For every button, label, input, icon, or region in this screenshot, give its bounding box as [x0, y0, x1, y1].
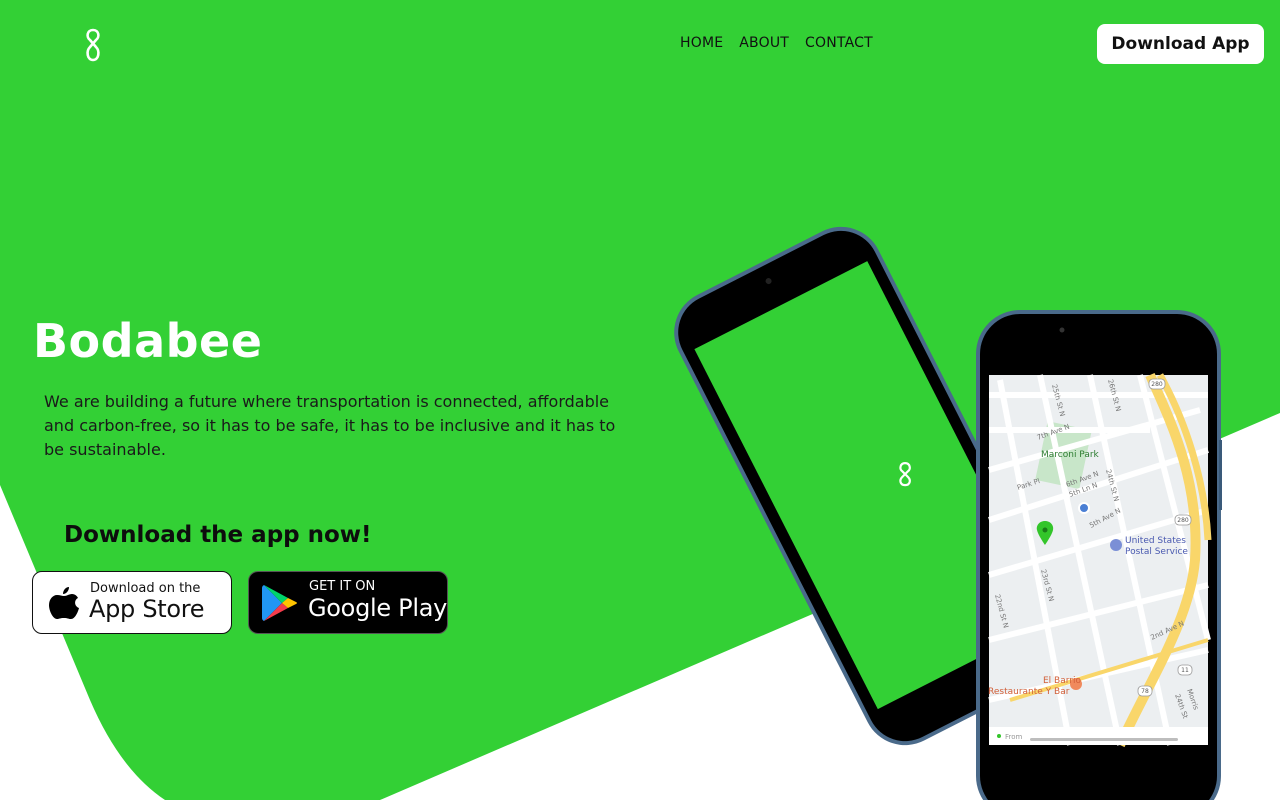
top-navbar: HOME ABOUT CONTACT Download App: [0, 0, 1280, 88]
nav-home-link[interactable]: HOME: [680, 35, 723, 51]
nav-contact-link[interactable]: CONTACT: [805, 35, 873, 51]
hero-title: Bodabee: [33, 314, 263, 368]
app-store-small-text: Download on the: [90, 581, 201, 596]
google-play-badge[interactable]: GET IT ON Google Play: [248, 571, 448, 634]
nav-links: HOME ABOUT CONTACT: [680, 35, 873, 51]
google-play-small-text: GET IT ON: [309, 579, 376, 594]
hero-description: We are building a future where transport…: [44, 392, 616, 459]
apple-icon: [49, 587, 79, 619]
google-play-big-text: Google Play: [308, 594, 448, 622]
google-play-icon: [262, 585, 297, 621]
download-app-button[interactable]: Download App: [1097, 24, 1264, 64]
app-store-big-text: App Store: [89, 595, 205, 623]
download-cta-heading: Download the app now!: [64, 522, 372, 548]
app-store-badge[interactable]: Download on the App Store: [32, 571, 232, 634]
bodabee-logo-icon[interactable]: [80, 27, 106, 63]
nav-about-link[interactable]: ABOUT: [739, 35, 789, 51]
